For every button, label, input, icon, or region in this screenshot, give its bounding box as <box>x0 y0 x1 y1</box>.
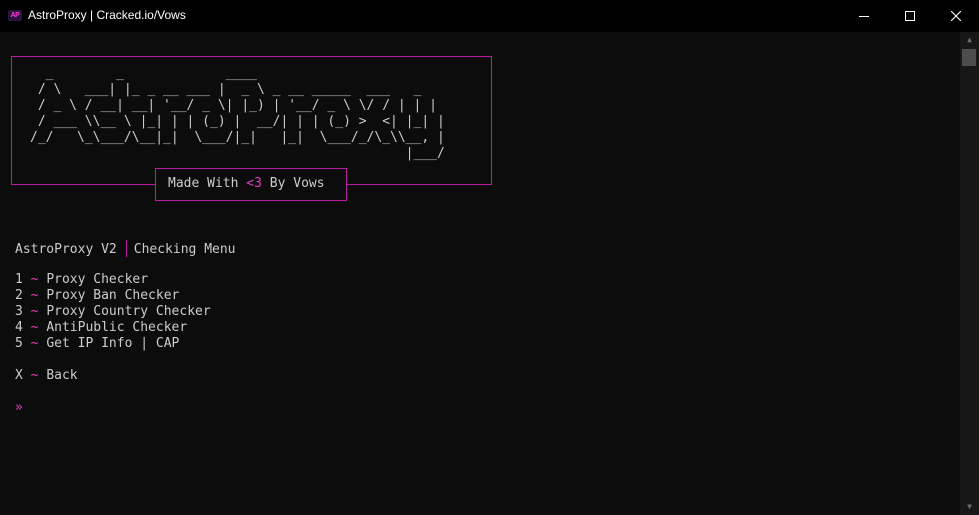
menu-item-proxy-checker[interactable]: 1 ~ Proxy Checker <box>15 272 148 288</box>
menu-item-label: Get IP Info | CAP <box>46 336 180 351</box>
close-button[interactable] <box>933 0 979 32</box>
menu-item-separator: ~ <box>30 272 39 287</box>
scroll-thumb[interactable] <box>962 49 976 66</box>
minimize-button[interactable] <box>841 0 887 32</box>
app-icon: AP <box>8 10 22 21</box>
scroll-up-icon[interactable]: ▲ <box>960 32 979 48</box>
menu-title: Checking Menu <box>133 242 236 257</box>
menu-item-separator: ~ <box>30 320 39 335</box>
title-bar[interactable]: AP AstroProxy | Cracked.io/Vows <box>0 0 979 32</box>
vertical-scrollbar[interactable]: ▲ ▼ <box>960 32 979 515</box>
close-icon <box>951 11 961 21</box>
made-with-text: Made With <3 By Vows <box>168 176 325 192</box>
menu-item-separator: ~ <box>30 368 39 383</box>
menu-item-label: AntiPublic Checker <box>46 320 188 335</box>
menu-item-label: Proxy Checker <box>46 272 149 287</box>
made-with-suffix: By Vows <box>261 176 325 191</box>
scroll-down-icon[interactable]: ▼ <box>960 499 979 515</box>
menu-item-separator: ~ <box>30 336 39 351</box>
menu-item-key: 4 <box>15 320 23 335</box>
menu-item-separator: ~ <box>30 304 39 319</box>
menu-item-label: Back <box>46 368 78 383</box>
app-name: AstroProxy V2 <box>15 242 117 257</box>
menu-item-label: Proxy Country Checker <box>46 304 211 319</box>
menu-item-get-ip-info[interactable]: 5 ~ Get IP Info | CAP <box>15 336 179 352</box>
made-with-prefix: Made With <box>168 176 247 191</box>
maximize-button[interactable] <box>887 0 933 32</box>
maximize-icon <box>905 11 915 21</box>
menu-item-antipublic-checker[interactable]: 4 ~ AntiPublic Checker <box>15 320 187 336</box>
menu-item-key: 1 <box>15 272 23 287</box>
menu-item-key: X <box>15 368 23 383</box>
menu-item-separator: ~ <box>30 288 39 303</box>
input-prompt[interactable]: » <box>15 400 23 416</box>
menu-header: AstroProxy V2 Checking Menu <box>15 240 236 258</box>
minimize-icon <box>859 16 869 17</box>
console-output[interactable]: _ _ ____ / \ ___| |_ _ __ ___ | _ \ _ __… <box>0 32 960 515</box>
menu-item-key: 5 <box>15 336 23 351</box>
menu-item-proxy-ban-checker[interactable]: 2 ~ Proxy Ban Checker <box>15 288 179 304</box>
ascii-logo: _ _ ____ / \ ___| |_ _ __ ___ | _ \ _ __… <box>30 66 445 161</box>
menu-item-key: 3 <box>15 304 23 319</box>
window-title: AstroProxy | Cracked.io/Vows <box>28 8 186 22</box>
menu-item-proxy-country-checker[interactable]: 3 ~ Proxy Country Checker <box>15 304 211 320</box>
heart-text: <3 <box>246 176 262 191</box>
menu-item-back[interactable]: X ~ Back <box>15 368 78 384</box>
header-separator <box>125 240 127 257</box>
made-with-badge: Made With <3 By Vows <box>155 168 347 201</box>
menu-item-key: 2 <box>15 288 23 303</box>
menu-item-label: Proxy Ban Checker <box>46 288 180 303</box>
